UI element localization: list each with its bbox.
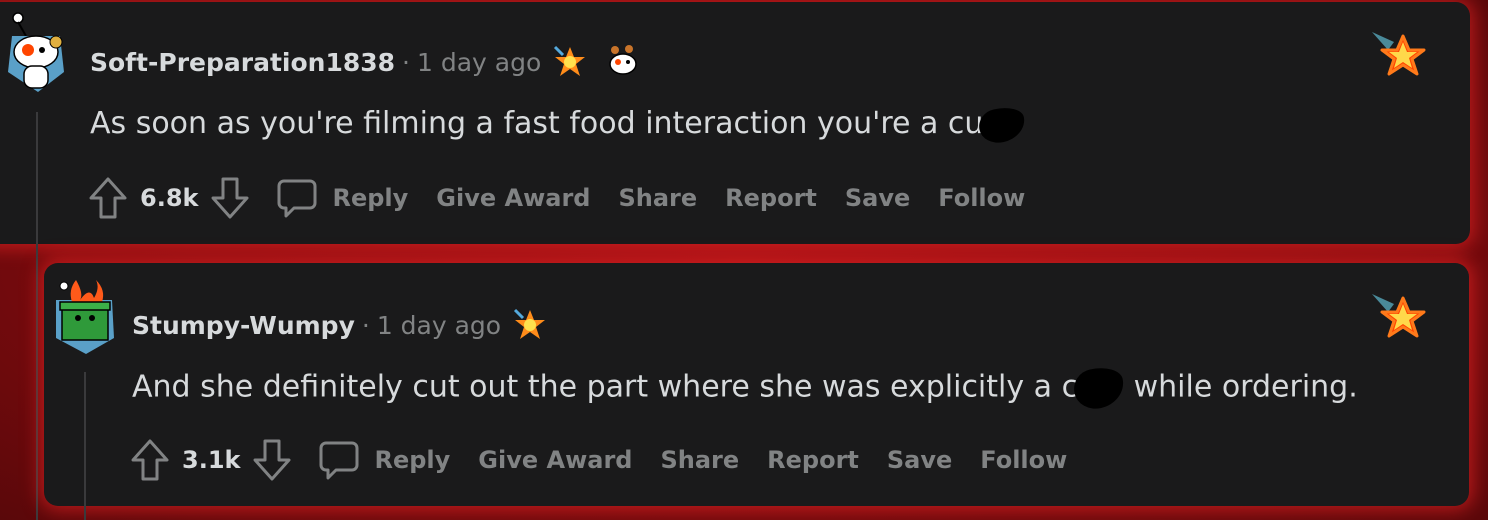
report-button[interactable]: Report: [767, 446, 859, 474]
comment-meta: Soft-Preparation1838 · 1 day ago: [90, 44, 641, 80]
censor-scribble: [976, 103, 1029, 146]
downvote-icon: [211, 177, 249, 219]
timestamp[interactable]: 1 day ago: [377, 311, 501, 340]
meta-separator: ·: [402, 47, 410, 77]
follow-button[interactable]: Follow: [938, 184, 1025, 212]
reply-button[interactable]: Reply: [318, 439, 450, 481]
meta-separator: ·: [361, 310, 370, 340]
reply-icon: [277, 179, 317, 218]
share-button[interactable]: Share: [660, 446, 739, 474]
downvote-button[interactable]: [252, 438, 292, 482]
upvote-button[interactable]: [88, 176, 128, 220]
comment-actions: 3.1k Reply Give Award Share Report Save …: [130, 438, 1067, 482]
reply-icon: [319, 441, 359, 480]
screenshot-stage: Soft-Preparation1838 · 1 day ago As soon…: [0, 0, 1488, 520]
comment-actions: 6.8k Reply Give Award Share Report Save …: [88, 176, 1025, 220]
give-award-button[interactable]: Give Award: [436, 184, 590, 212]
comment-body-text: And she definitely cut out the part wher…: [132, 369, 1079, 405]
comment-body: And she definitely cut out the part wher…: [132, 363, 1358, 413]
award-star-icon: [1372, 32, 1426, 76]
upvote-icon: [131, 439, 169, 481]
vote-score: 3.1k: [182, 446, 241, 474]
give-award-button[interactable]: Give Award: [478, 446, 632, 474]
downvote-icon: [253, 439, 291, 481]
reply-label: Reply: [374, 446, 451, 474]
report-button[interactable]: Report: [725, 184, 817, 212]
award-badge[interactable]: [1370, 290, 1440, 350]
flair-icon: [513, 308, 547, 342]
save-button[interactable]: Save: [845, 184, 910, 212]
comment-body: As soon as you're filming a fast food in…: [90, 103, 1029, 146]
comment-body-text-end: while ordering.: [1124, 369, 1358, 405]
comment-body-text: As soon as you're filming a fast food in…: [90, 106, 984, 141]
timestamp[interactable]: 1 day ago: [417, 48, 541, 77]
flair-icon: [605, 44, 641, 80]
award-badge[interactable]: [1370, 28, 1440, 88]
user-avatar[interactable]: [4, 12, 68, 92]
flair-icon: [553, 45, 587, 79]
reply-button[interactable]: Reply: [276, 177, 408, 219]
thread-line[interactable]: [84, 372, 86, 520]
avatar-icon: [56, 280, 114, 354]
avatar-icon: [8, 12, 64, 92]
username[interactable]: Soft-Preparation1838: [90, 48, 395, 77]
save-button[interactable]: Save: [887, 446, 952, 474]
censor-scribble: [1070, 363, 1128, 413]
vote-score: 6.8k: [140, 184, 199, 212]
downvote-button[interactable]: [210, 176, 250, 220]
upvote-button[interactable]: [130, 438, 170, 482]
user-avatar[interactable]: [50, 276, 114, 354]
comment-meta: Stumpy-Wumpy · 1 day ago: [132, 308, 547, 342]
username[interactable]: Stumpy-Wumpy: [132, 311, 355, 340]
award-star-icon: [1372, 294, 1426, 338]
share-button[interactable]: Share: [618, 184, 697, 212]
follow-button[interactable]: Follow: [980, 446, 1067, 474]
upvote-icon: [89, 177, 127, 219]
reply-label: Reply: [332, 184, 409, 212]
thread-line[interactable]: [36, 112, 38, 520]
